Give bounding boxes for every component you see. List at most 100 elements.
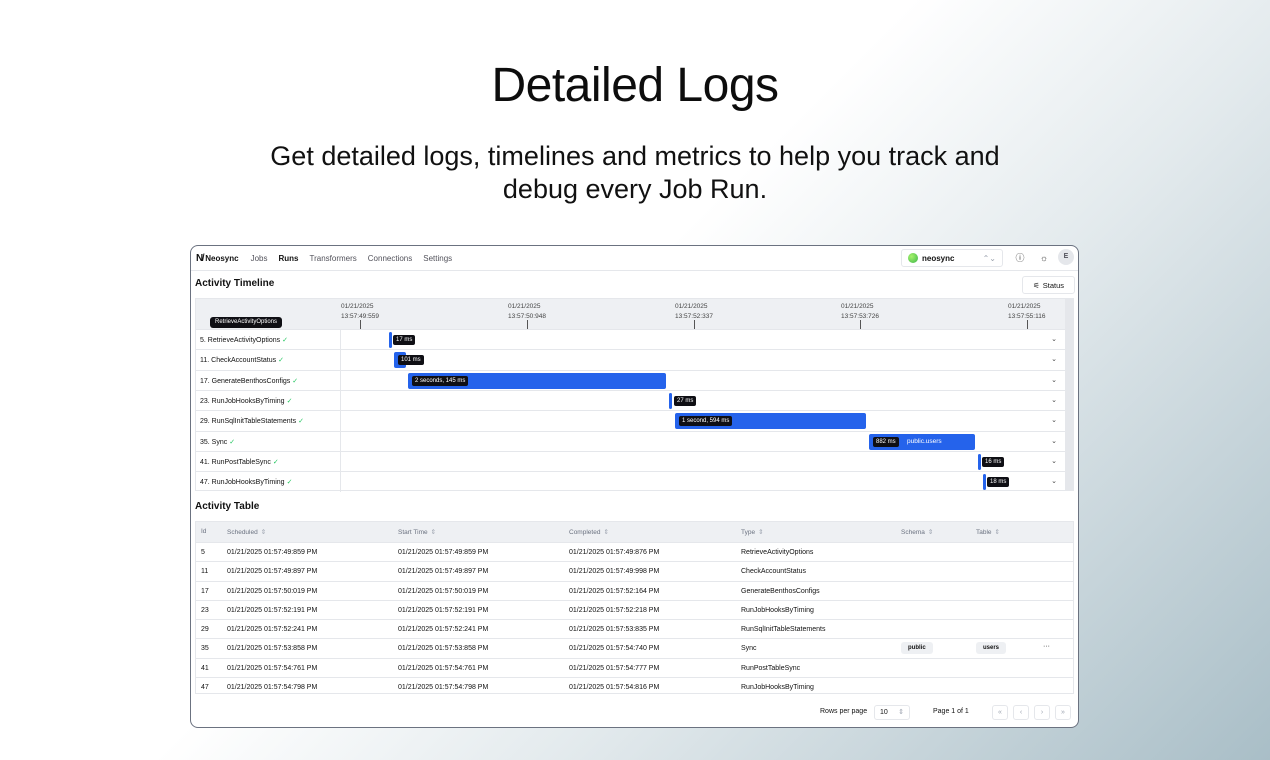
timeline-bar[interactable] — [983, 474, 986, 491]
sort-icon: ⇕ — [430, 529, 437, 536]
check-circle-icon: ✓ — [282, 337, 289, 344]
nav-link-settings[interactable]: Settings — [423, 254, 452, 263]
table-row[interactable]: 11 01/21/2025 01:57:49:897 PM 01/21/2025 0… — [196, 561, 1073, 580]
nav-link-jobs[interactable]: Jobs — [251, 254, 268, 263]
sort-icon: ⇕ — [758, 529, 764, 536]
chevron-down-icon[interactable]: ⌄ — [1051, 396, 1057, 404]
cell-completed: 01/21/2025 01:57:52:218 PM — [569, 606, 660, 614]
duration-label: 16 ms — [982, 456, 1005, 467]
table-row[interactable]: 35 01/21/2025 01:57:53:858 PM 01/21/2025 0… — [196, 638, 1073, 657]
caret-up-down-icon: ⇕ — [898, 709, 904, 716]
prev-page-button[interactable]: ‹ — [1013, 705, 1029, 720]
table-tag: public.users — [907, 437, 942, 445]
next-page-button[interactable]: › — [1034, 705, 1050, 720]
schema-badge: public — [901, 642, 933, 655]
header-start-time[interactable]: Start Time ⇕ — [398, 528, 436, 536]
cell-start: 01/21/2025 01:57:52:241 PM — [398, 626, 489, 634]
timeline-scrollbar[interactable] — [1065, 299, 1073, 490]
chevron-down-icon[interactable]: ⌄ — [1051, 335, 1057, 343]
chevron-down-icon[interactable]: ⌄ — [1051, 437, 1057, 445]
cell-start: 01/21/2025 01:57:49:897 PM — [398, 568, 489, 576]
timeline-row[interactable]: 11. CheckAccountStatus ✓ 101 ms ⌄ — [196, 349, 1065, 371]
timeline-row[interactable]: 41. RunPostTableSync ✓ 16 ms ⌄ — [196, 450, 1065, 472]
timeline-title: Activity Timeline — [195, 278, 275, 289]
cell-id: 17 — [201, 587, 209, 595]
table-header-row: Id Scheduled ⇕ Start Time ⇕ Completed ⇕ Typ… — [196, 522, 1073, 542]
timeline-row[interactable]: 5. RetrieveActivityOptions ✓ 17 ms ⌄ — [196, 329, 1065, 350]
cell-id: 29 — [201, 626, 209, 634]
cell-completed: 01/21/2025 01:57:54:777 PM — [569, 664, 660, 672]
chevron-down-icon[interactable]: ⌄ — [1051, 355, 1057, 363]
header-type[interactable]: Type ⇕ — [741, 528, 764, 536]
duration-label: 1 second, 594 ms — [679, 416, 733, 427]
sort-icon: ⇕ — [260, 529, 267, 536]
table-row[interactable]: 47 01/21/2025 01:57:54:798 PM 01/21/2025 0… — [196, 677, 1073, 696]
nav-link-transformers[interactable]: Transformers — [310, 254, 357, 263]
cell-id: 5 — [201, 549, 205, 556]
cell-completed: 01/21/2025 01:57:49:876 PM — [569, 549, 660, 556]
check-circle-icon: ✓ — [298, 418, 304, 426]
rows-per-page-label: Rows per page — [820, 708, 868, 715]
timeline-bar[interactable] — [389, 332, 392, 348]
cell-type: Sync — [741, 645, 757, 653]
timeline-tick: 01/21/2025 13:57:55:116 — [1008, 303, 1046, 320]
app-window: N̸ Neosync Jobs Runs Transformers Connec… — [190, 245, 1079, 728]
duration-label: 27 ms — [674, 395, 697, 406]
first-page-button[interactable]: « — [992, 705, 1008, 720]
check-circle-icon: ✓ — [286, 479, 293, 487]
rows-per-page-select[interactable]: 10 ⇕ — [874, 705, 910, 720]
duration-label: 101 ms — [398, 355, 424, 366]
table-row[interactable]: 17 01/21/2025 01:57:50:019 PM 01/21/2025 0… — [196, 580, 1073, 600]
activity-tooltip: RetrieveActivityOptions — [210, 317, 283, 328]
hero-subtitle: Get detailed logs, timelines and metrics… — [270, 141, 1000, 204]
nav-link-runs[interactable]: Runs — [279, 254, 299, 263]
timeline-row[interactable]: 29. RunSqlInitTableStatements ✓ 1 second,… — [196, 410, 1065, 432]
timeline-row[interactable]: 23. RunJobHooksByTiming ✓ 27 ms ⌄ — [196, 389, 1065, 411]
timeline-row[interactable]: 35. Sync ✓ 882 ms public.users ⌄ — [196, 430, 1065, 452]
chevron-down-icon[interactable]: ⌄ — [1051, 416, 1057, 424]
chevron-down-icon[interactable]: ⌄ — [1051, 477, 1057, 485]
table-row[interactable]: 23 01/21/2025 01:57:52:191 PM 01/21/2025 0… — [196, 599, 1073, 619]
nav-link-connections[interactable]: Connections — [368, 254, 412, 263]
duration-label: 18 ms — [987, 477, 1010, 488]
cell-completed: 01/21/2025 01:57:52:164 PM — [569, 587, 660, 595]
status-button-label: Status — [1042, 280, 1064, 290]
brand-logo[interactable]: N̸ Neosync — [196, 253, 239, 264]
help-icon[interactable]: ⓘ — [1013, 251, 1027, 265]
status-filter-button[interactable]: ⚟ Status — [1022, 276, 1075, 294]
sort-icon: ⇕ — [994, 529, 1000, 536]
header-schema[interactable]: Schema ⇕ — [901, 528, 933, 536]
cell-type: GenerateBenthosConfigs — [741, 587, 820, 595]
table-row[interactable]: 41 01/21/2025 01:57:54:761 PM 01/21/2025 0… — [196, 657, 1073, 677]
neosync-logo-icon: N̸ — [196, 252, 203, 264]
brand-name: Neosync — [205, 253, 239, 263]
theme-sun-icon[interactable]: ☼ — [1037, 251, 1051, 265]
table-body: 5 01/21/2025 01:57:49:859 PM 01/21/2025 01… — [196, 542, 1073, 696]
more-options-icon[interactable]: ··· — [1043, 643, 1050, 650]
chevron-down-icon[interactable]: ⌄ — [1051, 457, 1057, 465]
header-scheduled[interactable]: Scheduled ⇕ — [227, 528, 266, 536]
last-page-button[interactable]: » — [1055, 705, 1071, 720]
table-title: Activity Table — [195, 501, 260, 512]
timeline-row[interactable]: 47. RunJobHooksByTiming ✓ 18 ms ⌄ — [196, 471, 1065, 493]
timeline-bar[interactable] — [978, 453, 981, 470]
table-row[interactable]: 29 01/21/2025 01:57:52:241 PM 01/21/2025 0… — [196, 619, 1073, 638]
user-avatar[interactable]: E — [1058, 249, 1074, 265]
check-circle-icon: ✓ — [278, 357, 285, 365]
chevron-down-icon[interactable]: ⌄ — [1051, 376, 1057, 384]
org-name: neosync — [922, 253, 955, 263]
timeline-bar[interactable] — [669, 392, 672, 409]
org-selector[interactable]: neosync ⌃⌄ — [901, 249, 1003, 267]
org-avatar-icon — [908, 253, 918, 263]
cell-completed: 01/21/2025 01:57:53:835 PM — [569, 626, 660, 634]
sliders-icon: ⚟ — [1033, 280, 1040, 290]
cell-start: 01/21/2025 01:57:53:858 PM — [398, 645, 489, 653]
header-completed[interactable]: Completed ⇕ — [569, 528, 609, 536]
cell-type: RunSqlInitTableStatements — [741, 626, 826, 634]
timeline-row[interactable]: 17. GenerateBenthosConfigs ✓ 2 seconds, 1… — [196, 369, 1065, 391]
table-row[interactable]: 5 01/21/2025 01:57:49:859 PM 01/21/2025 01… — [196, 542, 1073, 561]
header-table[interactable]: Table ⇕ — [976, 528, 1000, 536]
cell-type: RunPostTableSync — [741, 664, 801, 672]
cell-scheduled: 01/21/2025 01:57:54:761 PM — [227, 664, 318, 672]
cell-scheduled: 01/21/2025 01:57:54:798 PM — [227, 684, 318, 692]
